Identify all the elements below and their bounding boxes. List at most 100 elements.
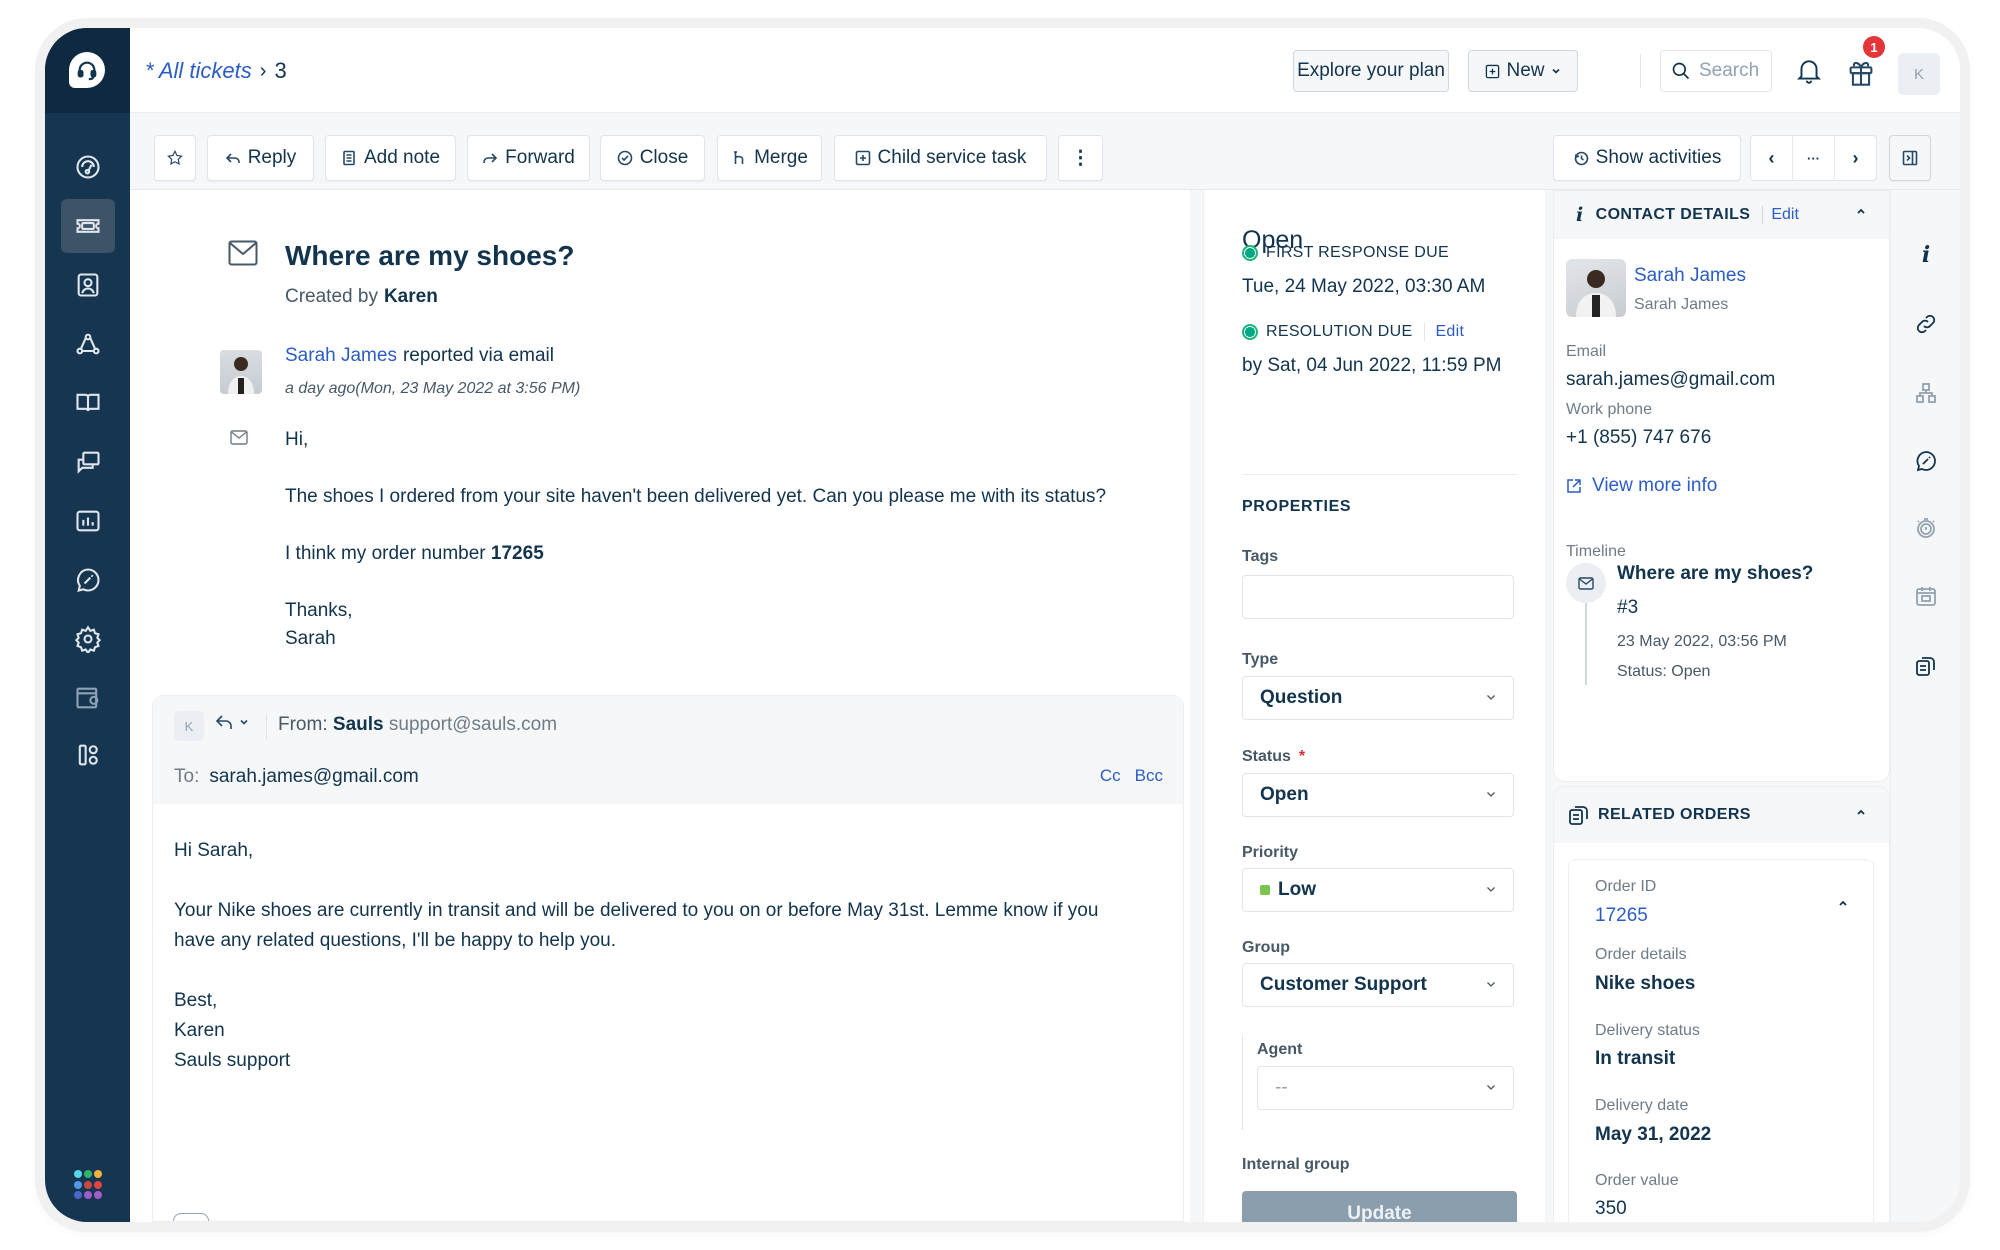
order-id[interactable]: 17265 [1595, 905, 1648, 927]
explore-plan-button[interactable]: Explore your plan [1293, 50, 1449, 92]
calendar-icon [1916, 587, 1936, 606]
chevron-up-icon[interactable] [1855, 807, 1867, 817]
chart-icon [76, 510, 100, 532]
show-activities-button[interactable]: Show activities [1553, 135, 1741, 181]
ticket-icon [76, 219, 100, 233]
logo-area [45, 28, 130, 113]
breadcrumb-all-tickets[interactable]: * All tickets [145, 58, 252, 84]
group-select[interactable]: Customer Support [1242, 963, 1514, 1007]
prev-ticket-button[interactable]: ‹ [1751, 136, 1793, 180]
status-select[interactable]: Open [1242, 773, 1514, 817]
notification-badge: 1 [1863, 36, 1885, 58]
merge-icon [734, 151, 744, 164]
show-quoted-text-button[interactable] [173, 1213, 209, 1221]
right-app-rail: i [1890, 190, 1960, 1222]
forward-button[interactable]: Forward [467, 135, 590, 181]
priority-select[interactable]: Low [1242, 868, 1514, 912]
sidebar-item-marketplace[interactable] [61, 671, 115, 725]
requester-name[interactable]: Sarah James [285, 345, 397, 366]
timeline-date: 23 May 2022, 03:56 PM [1617, 633, 1787, 650]
to-field[interactable]: To: sarah.james@gmail.com [174, 766, 419, 788]
sidebar-item-groups[interactable] [61, 317, 115, 371]
stopwatch-icon [1917, 518, 1935, 538]
chevron-up-icon[interactable] [1837, 898, 1849, 908]
breadcrumb-chevron-icon: › [259, 59, 267, 82]
customer-message: Hi, The shoes I ordered from your site h… [285, 426, 1106, 653]
child-service-task-button[interactable]: Child service task [834, 135, 1047, 181]
network-icon [76, 333, 100, 355]
close-ticket-button[interactable]: Close [600, 135, 705, 181]
agent-select[interactable]: -- [1257, 1066, 1514, 1110]
sidebar-item-apps[interactable] [61, 728, 115, 782]
resolution-edit-link[interactable]: Edit [1424, 323, 1464, 341]
chevron-up-icon[interactable] [1855, 206, 1867, 216]
more-actions-button[interactable]: ⋮ [1058, 135, 1103, 181]
apps-grid-icon [78, 744, 98, 766]
view-more-info-link[interactable]: View more info [1566, 475, 1717, 497]
rail-calendar[interactable] [1913, 583, 1939, 609]
chevron-down-icon [240, 719, 248, 725]
next-ticket-button[interactable]: › [1835, 136, 1876, 180]
chat-icon [77, 451, 100, 474]
rail-hierarchy[interactable] [1913, 380, 1939, 406]
contact-name[interactable]: Sarah James [1634, 265, 1746, 287]
requester-avatar[interactable] [220, 350, 262, 394]
reply-greeting: Hi Sarah, [174, 840, 254, 861]
chevron-down-icon [1487, 695, 1495, 700]
sidebar-item-dashboard[interactable] [61, 140, 115, 194]
rail-tools[interactable] [1913, 448, 1939, 474]
order-details: Nike shoes [1595, 973, 1696, 994]
breadcrumb-current: 3 [274, 58, 287, 83]
notifications-button[interactable] [1794, 56, 1824, 86]
sidebar-item-reports[interactable] [61, 494, 115, 548]
rail-orders[interactable] [1913, 653, 1939, 679]
wrench-chat-icon [77, 568, 100, 592]
reply-button[interactable]: Reply [207, 135, 314, 181]
required-asterisk: * [1298, 748, 1306, 765]
app-switcher-dot [84, 1170, 92, 1178]
agent-label: Agent [1257, 1041, 1303, 1058]
timeline-ticket-title[interactable]: Where are my shoes? [1617, 563, 1813, 585]
type-select[interactable]: Question [1242, 676, 1514, 720]
reply-type-dropdown[interactable] [215, 713, 249, 731]
sidebar-item-conversations[interactable] [61, 435, 115, 489]
headset-logo-icon[interactable] [69, 52, 105, 88]
timeline-line [1585, 603, 1587, 685]
rail-contact-info[interactable]: i [1913, 242, 1939, 268]
sidebar-item-knowledge-base[interactable] [61, 376, 115, 430]
sidebar-item-settings[interactable] [61, 612, 115, 666]
gift-button[interactable] [1845, 56, 1877, 88]
search-input[interactable]: Search [1660, 50, 1772, 92]
cc-button[interactable]: Cc [1100, 766, 1121, 786]
toggle-panel-button[interactable] [1889, 135, 1931, 181]
new-button[interactable]: New [1468, 50, 1578, 92]
user-avatar[interactable]: K [1898, 53, 1940, 95]
order-value-label: Order value [1595, 1172, 1679, 1189]
tags-input[interactable] [1242, 575, 1514, 619]
update-button[interactable]: Update [1242, 1191, 1517, 1222]
ticket-list-button[interactable]: ··· [1793, 136, 1835, 180]
info-icon: i [1921, 242, 1931, 268]
timeline-label: Timeline [1566, 543, 1626, 560]
external-link-icon [1567, 479, 1581, 493]
merge-button[interactable]: Merge [717, 135, 822, 181]
add-note-button[interactable]: Add note [325, 135, 456, 181]
related-orders-header[interactable]: RELATED ORDERS [1554, 787, 1889, 843]
sidebar-item-admin-tools[interactable] [61, 553, 115, 607]
panel-gutter [1190, 190, 1203, 1222]
contact-details-header[interactable]: i CONTACT DETAILS Edit [1554, 191, 1889, 239]
bcc-button[interactable]: Bcc [1135, 766, 1163, 786]
sidebar-item-tickets[interactable] [61, 199, 115, 253]
app-switcher-icon[interactable] [74, 1170, 104, 1200]
sidebar-item-contacts[interactable] [61, 258, 115, 312]
sla-ok-icon [1242, 324, 1258, 340]
contact-edit-link[interactable]: Edit [1762, 206, 1799, 224]
rail-linked-tickets[interactable] [1913, 311, 1939, 337]
reply-name: Karen [174, 1020, 225, 1041]
close-label: Close [639, 147, 689, 168]
rail-timer[interactable] [1913, 515, 1939, 541]
created-by-label: Created by [285, 286, 378, 307]
from-field[interactable]: From: Sauls support@sauls.com [278, 714, 557, 736]
composer-body[interactable]: Hi Sarah, Your Nike shoes are currently … [174, 836, 1143, 1076]
star-button[interactable] [154, 135, 196, 181]
